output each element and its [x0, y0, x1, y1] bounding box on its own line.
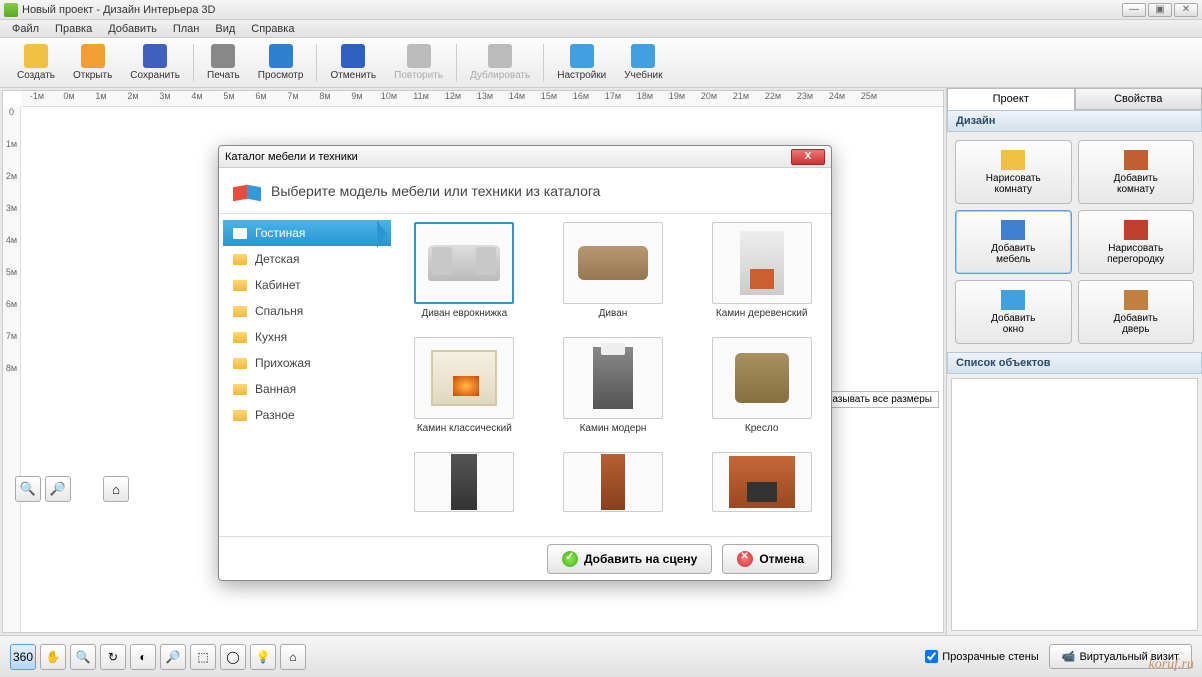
category-Спальня[interactable]: Спальня	[223, 298, 391, 324]
toolbar: СоздатьОткрытьСохранить ПечатьПросмотрОтм…	[0, 38, 1202, 88]
folder-icon	[233, 306, 247, 317]
add-to-scene-button[interactable]: Добавить на сцену	[547, 544, 712, 574]
menu-Вид[interactable]: Вид	[207, 23, 243, 35]
undo-button[interactable]: Отменить	[322, 42, 384, 83]
catalog-icon	[233, 178, 263, 204]
watermark: koruf.ru	[1149, 657, 1195, 673]
menubar: ФайлПравкаДобавитьПланВидСправка	[0, 20, 1202, 38]
tab-project[interactable]: Проект	[947, 88, 1075, 110]
object-list[interactable]	[951, 378, 1198, 631]
zoom-button[interactable]: 🔍	[70, 644, 96, 670]
catalog-item[interactable]: Камин модерн	[550, 337, 677, 434]
category-Детская[interactable]: Детская	[223, 246, 391, 272]
dialog-close-button[interactable]: X	[791, 149, 825, 165]
folder-icon	[233, 332, 247, 343]
folder-icon	[233, 254, 247, 265]
folder-icon	[233, 384, 247, 395]
close-button[interactable]: ✕	[1174, 3, 1198, 17]
window-title: Новый проект - Дизайн Интерьера 3D	[22, 4, 1120, 16]
orbit-button[interactable]: ◐	[130, 644, 156, 670]
category-Кабинет[interactable]: Кабинет	[223, 272, 391, 298]
app-icon	[4, 3, 18, 17]
menu-Добавить[interactable]: Добавить	[100, 23, 165, 35]
transparent-walls-checkbox[interactable]	[925, 650, 938, 663]
category-Ванная[interactable]: Ванная	[223, 376, 391, 402]
lasso-button[interactable]: ◯	[220, 644, 246, 670]
category-Гостиная[interactable]: Гостиная	[223, 220, 391, 246]
add-furniture-button[interactable]: Добавитьмебель	[955, 210, 1072, 274]
folder-icon	[233, 228, 247, 239]
menu-План[interactable]: План	[165, 23, 208, 35]
cancel-icon	[737, 551, 753, 567]
tab-properties[interactable]: Свойства	[1075, 88, 1202, 110]
catalog-item[interactable]	[698, 452, 825, 512]
dialog-header: Выберите модель мебели или техники из ка…	[271, 183, 600, 199]
catalog-item[interactable]: Кресло	[698, 337, 825, 434]
menu-Правка[interactable]: Правка	[47, 23, 100, 35]
catalog-item[interactable]: Диван	[550, 222, 677, 319]
item-grid: Диван еврокнижкаДиванКамин деревенскийКа…	[395, 214, 831, 536]
cancel-button[interactable]: Отмена	[722, 544, 819, 574]
ruler-vertical: 01м2м3м4м5м6м7м8м	[3, 107, 21, 632]
home-view-button[interactable]: ⌂	[280, 644, 306, 670]
minimize-button[interactable]: —	[1122, 3, 1146, 17]
catalog-item[interactable]	[550, 452, 677, 512]
folder-icon	[233, 280, 247, 291]
dialog-title: Каталог мебели и техники	[225, 151, 358, 163]
bottombar: 360 ✋ 🔍 ↻ ◐ 🔎 ⬚ ◯ 💡 ⌂ Прозрачные стены 📹…	[0, 635, 1202, 677]
catalog-item[interactable]: Камин деревенский	[698, 222, 825, 319]
folder-icon	[233, 358, 247, 369]
folder-icon	[233, 410, 247, 421]
add-door-button[interactable]: Добавитьдверь	[1078, 280, 1195, 344]
home-button[interactable]: ⌂	[103, 476, 129, 502]
settings-button[interactable]: Настройки	[549, 42, 614, 83]
design-section-header: Дизайн	[947, 110, 1202, 132]
catalog-item[interactable]: Камин классический	[401, 337, 528, 434]
open-button[interactable]: Открыть	[65, 42, 120, 83]
add-window-button[interactable]: Добавитьокно	[955, 280, 1072, 344]
category-Прихожая[interactable]: Прихожая	[223, 350, 391, 376]
preview-button[interactable]: Просмотр	[250, 42, 312, 83]
tutorial-button[interactable]: Учебник	[616, 42, 670, 83]
maximize-button[interactable]: ▣	[1148, 3, 1172, 17]
catalog-dialog: Каталог мебели и техники X Выберите моде…	[218, 145, 832, 581]
new-button[interactable]: Создать	[9, 42, 63, 83]
category-list: ГостинаяДетскаяКабинетСпальняКухняПрихож…	[219, 214, 395, 536]
add-room-button[interactable]: Добавитькомнату	[1078, 140, 1195, 204]
objects-section-header: Список объектов	[947, 352, 1202, 374]
menu-Файл[interactable]: Файл	[4, 23, 47, 35]
right-panel: Проект Свойства Дизайн Нарисоватькомнату…	[946, 88, 1202, 635]
rotate-button[interactable]: ↻	[100, 644, 126, 670]
view-360-button[interactable]: 360	[10, 644, 36, 670]
redo-button[interactable]: Повторить	[386, 42, 451, 83]
check-icon	[562, 551, 578, 567]
select-button[interactable]: ⬚	[190, 644, 216, 670]
duplicate-button[interactable]: Дублировать	[462, 42, 538, 83]
ruler-horizontal: -1м0м1м2м3м4м5м6м7м8м9м10м11м12м13м14м15…	[21, 91, 943, 107]
catalog-item[interactable]: Диван еврокнижка	[401, 222, 528, 319]
light-button[interactable]: 💡	[250, 644, 276, 670]
draw-room-button[interactable]: Нарисоватькомнату	[955, 140, 1072, 204]
save-button[interactable]: Сохранить	[122, 42, 188, 83]
zoom-fit-button[interactable]: 🔎	[160, 644, 186, 670]
category-Разное[interactable]: Разное	[223, 402, 391, 428]
titlebar: Новый проект - Дизайн Интерьера 3D — ▣ ✕	[0, 0, 1202, 20]
zoom-in-button[interactable]: 🔎	[45, 476, 71, 502]
print-button[interactable]: Печать	[199, 42, 248, 83]
category-Кухня[interactable]: Кухня	[223, 324, 391, 350]
catalog-item[interactable]	[401, 452, 528, 512]
menu-Справка[interactable]: Справка	[243, 23, 302, 35]
zoom-out-button[interactable]: 🔍	[15, 476, 41, 502]
draw-partition-button[interactable]: Нарисоватьперегородку	[1078, 210, 1195, 274]
pan-button[interactable]: ✋	[40, 644, 66, 670]
transparent-walls-label: Прозрачные стены	[942, 651, 1038, 663]
